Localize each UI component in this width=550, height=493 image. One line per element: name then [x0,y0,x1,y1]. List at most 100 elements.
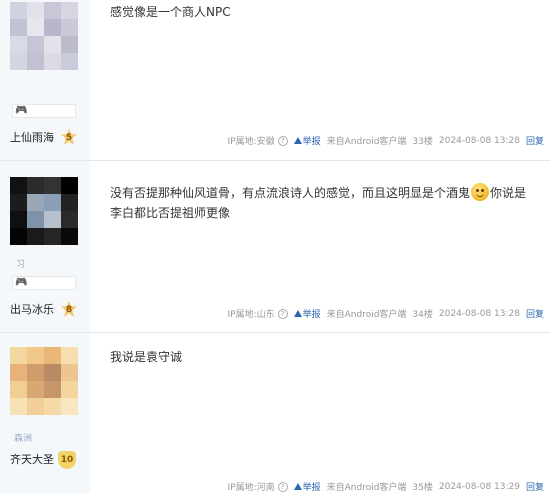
avatar-pixel [44,19,61,36]
floor-number: 35楼 [412,483,433,493]
help-icon[interactable]: ? [277,308,288,319]
report-link[interactable]: 举报 [293,307,321,320]
fan-badge: 🎮 [12,276,76,290]
level-badge: 5 [60,129,78,145]
avatar-pixel [44,381,61,398]
username[interactable]: 出马冰乐 [10,300,54,320]
avatar-pixel [27,19,44,36]
post-text-1: 没有否提那种仙风道骨，有点流浪诗人的感觉，而且这明显是个酒鬼 [110,186,471,200]
post-meta: IP属地:山东 ? 举报 来自Android客户端 34楼 2024-08-08… [224,307,544,320]
avatar-pixel [27,194,44,211]
avatar-pixel [10,211,27,228]
help-icon[interactable]: ? [277,481,288,492]
post-content: 我说是袁守诚 [110,350,183,364]
avatar-pixel [61,53,78,70]
reply-link[interactable]: 回复 [526,134,544,147]
avatar-pixel [10,381,27,398]
avatar-pixel [61,211,78,228]
username[interactable]: 齐天大圣 [10,450,54,470]
avatar[interactable] [10,177,78,245]
post-time: 2024-08-08 13:28 [438,135,520,146]
avatar-pixel [27,177,44,194]
avatar-pixel [10,228,27,245]
ip-location: IP属地:安徽 [227,137,275,147]
report-link[interactable]: 举报 [293,134,321,147]
avatar-pixel [61,177,78,194]
floor-number: 34楼 [412,310,433,320]
smiley-emoji-icon [471,183,490,201]
avatar-pixel [10,2,27,19]
author-panel: 森洲 齐天大圣 10 [0,333,90,493]
avatar-pixel [27,364,44,381]
reply-link[interactable]: 回复 [526,307,544,320]
ip-location: IP属地:河南 [227,483,275,493]
reply-link[interactable]: 回复 [526,480,544,493]
avatar-pixel [27,53,44,70]
avatar-pixel [27,398,44,415]
username[interactable]: 上仙雨海 [10,128,54,148]
ip-location: IP属地:山东 [227,310,275,320]
avatar-pixel [61,398,78,415]
avatar-pixel [44,177,61,194]
post-content: 感觉像是一个商人NPC [110,5,231,19]
avatar-pixel [10,53,27,70]
avatar-pixel [27,228,44,245]
avatar-mosaic [10,347,78,415]
avatar-pixel [44,36,61,53]
avatar-mosaic [10,2,78,70]
avatar-pixel [10,398,27,415]
post-time: 2024-08-08 13:28 [438,308,520,319]
fan-badge: 🎮 [12,104,76,118]
avatar-pixel [61,2,78,19]
post-meta: IP属地:河南 ? 举报 来自Android客户端 35楼 2024-08-08… [224,480,544,493]
avatar-pixel [27,36,44,53]
nickname-hint: 森洲 [14,434,33,444]
warning-icon [293,310,302,317]
source-label: 来自Android客户端 [326,137,407,147]
avatar-pixel [27,211,44,228]
post-34: 习 🎮 出马冰乐 8 没有否提那种仙风道骨，有点流浪诗人的感觉，而且这明显是个酒… [0,161,550,333]
post-meta: IP属地:安徽 ? 举报 来自Android客户端 33楼 2024-08-08… [224,134,544,147]
post-35: 森洲 齐天大圣 10 我说是袁守诚 IP属地:河南 ? 举报 来自Android… [0,333,550,493]
avatar-pixel [61,364,78,381]
post-content: 没有否提那种仙风道骨，有点流浪诗人的感觉，而且这明显是个酒鬼 你说是李白都比否提祖… [110,183,530,223]
avatar-mosaic [10,177,78,245]
avatar-pixel [10,36,27,53]
floor-number: 33楼 [412,137,433,147]
avatar-pixel [10,194,27,211]
author-panel: 习 🎮 出马冰乐 8 [0,161,90,332]
help-icon[interactable]: ? [277,135,288,146]
avatar-pixel [61,228,78,245]
avatar-pixel [27,2,44,19]
post-33: 🎮 上仙雨海 5 感觉像是一个商人NPC IP属地:安徽 ? 举报 来自Andr… [0,0,550,161]
avatar-pixel [61,347,78,364]
avatar-pixel [44,364,61,381]
source-label: 来自Android客户端 [326,483,407,493]
avatar-pixel [44,194,61,211]
avatar-pixel [27,381,44,398]
avatar-pixel [10,364,27,381]
avatar-pixel [44,398,61,415]
avatar-pixel [44,2,61,19]
warning-icon [293,137,302,144]
avatar-pixel [61,36,78,53]
avatar-pixel [61,194,78,211]
avatar-pixel [10,177,27,194]
avatar[interactable] [10,347,78,415]
level-badge: 10 [58,451,76,469]
avatar-pixel [44,211,61,228]
nickname-hint: 习 [16,260,26,270]
report-link[interactable]: 举报 [293,480,321,493]
avatar[interactable] [10,2,78,70]
avatar-pixel [10,19,27,36]
level-badge: 8 [60,301,78,317]
author-panel: 🎮 上仙雨海 5 [0,0,90,160]
avatar-pixel [61,19,78,36]
avatar-pixel [44,53,61,70]
avatar-pixel [44,347,61,364]
post-time: 2024-08-08 13:29 [438,481,520,492]
warning-icon [293,483,302,490]
avatar-pixel [27,347,44,364]
source-label: 来自Android客户端 [326,310,407,320]
avatar-pixel [44,228,61,245]
